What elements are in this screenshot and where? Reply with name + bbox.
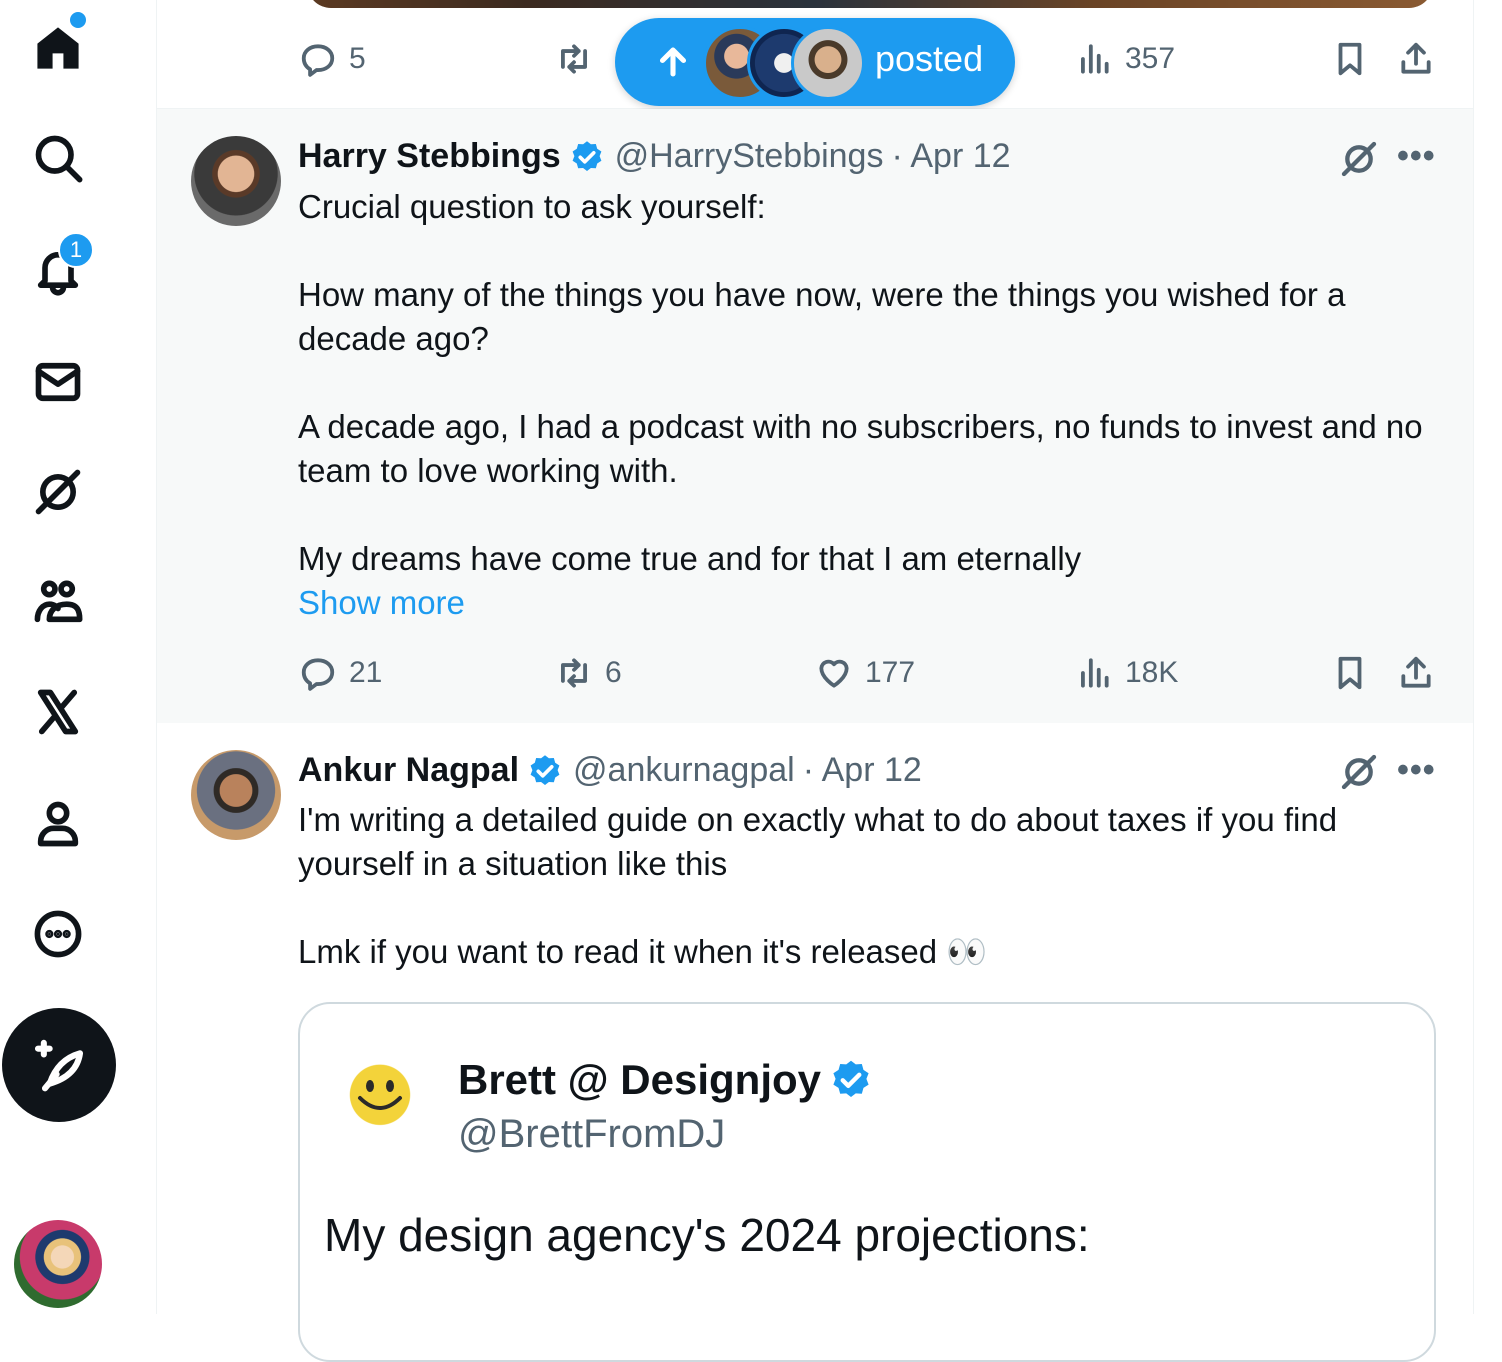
- tweet-line: A decade ago, I had a podcast with no su…: [298, 408, 1423, 489]
- tweet-card[interactable]: Ankur Nagpal @ankurnagpal · Apr 12 ••• I…: [157, 724, 1473, 1362]
- grok-nav-button[interactable]: [22, 456, 94, 528]
- tweet-text: I'm writing a detailed guide on exactly …: [298, 798, 1438, 974]
- tweet-date[interactable]: · Apr 12: [891, 137, 1010, 176]
- tweet-card[interactable]: Harry Stebbings @HarryStebbings · Apr 12…: [157, 109, 1473, 723]
- profile-nav-button[interactable]: [22, 788, 94, 860]
- bookmark-icon: [1338, 656, 1362, 690]
- author-avatar[interactable]: [191, 750, 281, 840]
- notification-count-badge: 1: [58, 232, 94, 268]
- repost-count: 6: [605, 656, 622, 689]
- grok-icon: [35, 469, 81, 515]
- tweet-date[interactable]: · Apr 12: [803, 751, 922, 790]
- home-icon: [37, 27, 79, 69]
- views-button[interactable]: 18K: [1075, 654, 1178, 692]
- verified-badge-icon: [530, 754, 560, 785]
- smiley-face-icon: [358, 1080, 402, 1110]
- heart-icon: [819, 659, 849, 688]
- previous-tweet: 5 357 posted: [157, 0, 1473, 109]
- author-name[interactable]: Ankur Nagpal: [298, 751, 519, 790]
- messages-nav-button[interactable]: [22, 346, 94, 418]
- reply-icon: [301, 658, 335, 691]
- communities-nav-button[interactable]: [22, 566, 94, 638]
- quoted-author-header: Brett @ Designjoy: [458, 1056, 883, 1104]
- views-button[interactable]: 357: [1075, 40, 1175, 78]
- new-posts-pill[interactable]: posted: [615, 18, 1015, 106]
- like-button[interactable]: 177: [815, 654, 915, 692]
- share-button[interactable]: [1397, 654, 1435, 692]
- tweet-line: How many of the things you have now, wer…: [298, 276, 1346, 357]
- reply-icon: [301, 44, 335, 77]
- author-name[interactable]: Harry Stebbings: [298, 137, 561, 176]
- tweet-line: Crucial question to ask yourself:: [298, 188, 766, 225]
- account-avatar[interactable]: [14, 1220, 102, 1308]
- quoted-tweet[interactable]: Brett @ Designjoy @BrettFromDJ My design…: [298, 1002, 1436, 1362]
- mail-icon: [35, 362, 81, 402]
- x-logo-icon: [37, 689, 79, 735]
- show-more-link[interactable]: Show more: [298, 581, 1438, 625]
- tweet-text: Crucial question to ask yourself: How ma…: [298, 185, 1438, 625]
- bookmark-button[interactable]: [1331, 654, 1369, 692]
- share-icon: [1401, 42, 1431, 74]
- repost-button[interactable]: [555, 40, 593, 78]
- bookmark-button[interactable]: [1331, 40, 1369, 78]
- tweet-header: Ankur Nagpal @ankurnagpal · Apr 12: [298, 751, 922, 790]
- verified-badge-icon: [833, 1060, 869, 1098]
- quoted-author-handle: @BrettFromDJ: [458, 1112, 726, 1156]
- reply-count: 5: [349, 42, 366, 75]
- tweet-line: Lmk if you want to read it when it's rel…: [298, 933, 988, 970]
- search-nav-button[interactable]: [22, 122, 94, 194]
- tweet-line: My dreams have come true and for that I …: [298, 540, 1082, 577]
- tweet-line: I'm writing a detailed guide on exactly …: [298, 801, 1338, 882]
- like-count: 177: [865, 656, 916, 689]
- bookmark-icon: [1338, 42, 1362, 76]
- tweet-header: Harry Stebbings @HarryStebbings · Apr 12: [298, 137, 1011, 176]
- quoted-author-avatar: [324, 1050, 436, 1162]
- more-options-icon[interactable]: •••: [1397, 137, 1436, 176]
- unread-dot: [70, 12, 86, 28]
- share-icon: [1401, 656, 1431, 688]
- reply-button[interactable]: 21: [299, 654, 382, 692]
- communities-icon: [34, 580, 83, 623]
- grok-icon[interactable]: [1339, 139, 1379, 179]
- x-home-button[interactable]: [22, 676, 94, 748]
- repost-icon: [561, 658, 587, 688]
- more-nav-button[interactable]: [22, 898, 94, 970]
- view-count: 18K: [1125, 656, 1179, 689]
- author-avatar[interactable]: [191, 136, 281, 226]
- poster-avatar-3: [791, 26, 865, 100]
- new-posts-label: posted: [875, 38, 984, 79]
- more-circle-icon: [34, 910, 82, 958]
- profile-icon: [37, 801, 79, 847]
- repost-icon: [561, 44, 587, 74]
- share-button[interactable]: [1397, 40, 1435, 78]
- grok-icon[interactable]: [1339, 752, 1379, 792]
- left-sidebar: 1: [0, 0, 157, 1314]
- author-handle[interactable]: @ankurnagpal: [573, 751, 795, 790]
- author-handle[interactable]: @HarryStebbings: [615, 137, 884, 176]
- repost-button[interactable]: 6: [555, 654, 622, 692]
- reply-count: 21: [349, 656, 383, 689]
- bar-chart-icon: [1081, 44, 1109, 74]
- timeline: 5 357 posted Harry Stebbings @HarryStebb…: [157, 0, 1474, 1362]
- bar-chart-icon: [1081, 658, 1109, 688]
- view-count: 357: [1125, 42, 1176, 75]
- quoted-author-name: Brett @ Designjoy: [458, 1056, 822, 1103]
- more-options-icon[interactable]: •••: [1397, 751, 1436, 790]
- previous-tweet-media[interactable]: [307, 0, 1433, 8]
- verified-badge-icon: [572, 140, 602, 171]
- reply-button[interactable]: 5: [299, 40, 366, 78]
- compose-post-button[interactable]: [2, 1008, 116, 1122]
- feather-plus-icon: [34, 1039, 84, 1092]
- quoted-tweet-text: My design agency's 2024 projections:: [324, 1209, 1090, 1261]
- search-icon: [35, 135, 83, 183]
- arrow-up-icon: [655, 44, 691, 80]
